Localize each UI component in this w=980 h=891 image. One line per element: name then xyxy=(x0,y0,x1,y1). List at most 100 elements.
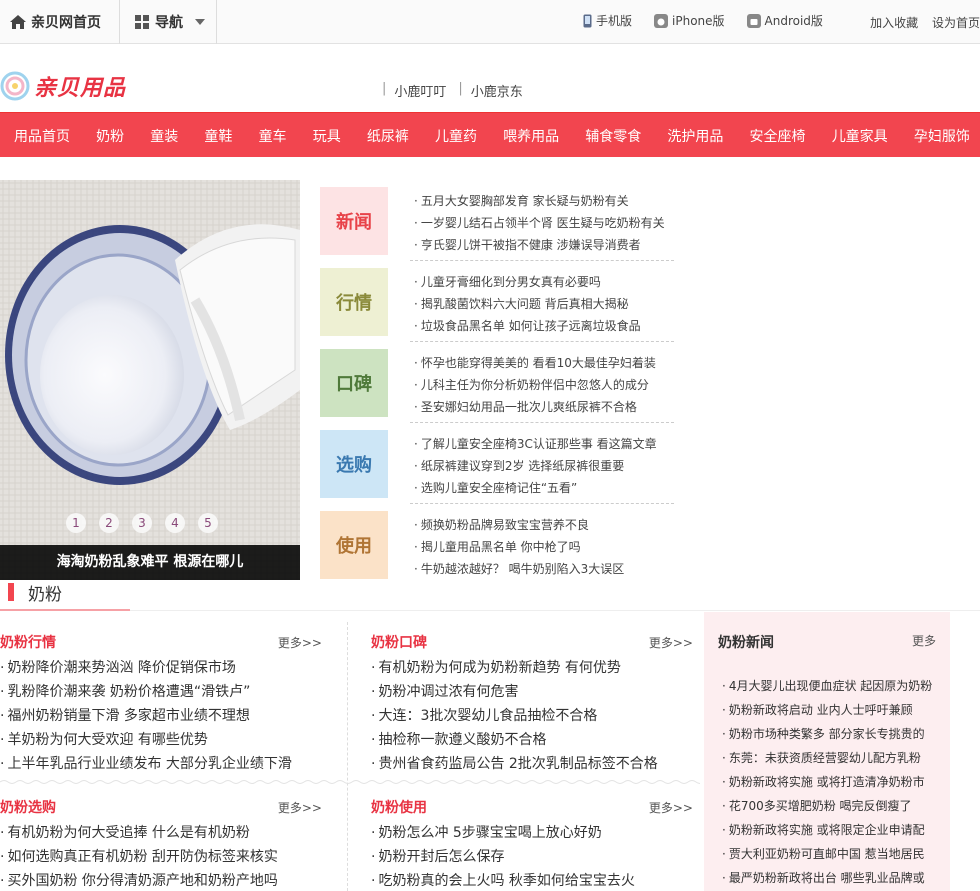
news-link[interactable]: 频换奶粉品牌易致宝宝营养不良 xyxy=(414,514,624,536)
more-link[interactable]: 更多>> xyxy=(649,799,693,816)
block-tag[interactable]: 新闻 xyxy=(320,187,388,255)
nav-dropdown[interactable]: 导航 xyxy=(121,0,217,44)
list-title[interactable]: 奶粉使用 xyxy=(371,797,427,817)
home-link[interactable]: 亲贝网首页 xyxy=(0,0,120,44)
news-item[interactable]: 花700多买增肥奶粉 喝完反倒瘦了 xyxy=(722,794,932,818)
section-marker xyxy=(8,583,14,601)
logo-icon xyxy=(0,71,30,101)
list-item[interactable]: 有机奶粉为何大受追捧 什么是有机奶粉 xyxy=(0,821,322,845)
news-item[interactable]: 东莞：未获资质经营婴幼儿配方乳粉 xyxy=(722,746,932,770)
more-link[interactable]: 更多>> xyxy=(649,634,693,651)
list-item[interactable]: 奶粉怎么冲 5步骤宝宝喝上放心好奶 xyxy=(371,821,693,845)
list-title[interactable]: 奶粉选购 xyxy=(0,797,56,817)
list-item[interactable]: 有机奶粉为何成为奶粉新趋势 有何优势 xyxy=(371,656,693,680)
android-version-link[interactable]: Android版 xyxy=(746,12,823,29)
block-tag[interactable]: 口碑 xyxy=(320,349,388,417)
nav-item[interactable]: 喂养用品 xyxy=(503,126,559,146)
nav-item[interactable]: 玩具 xyxy=(313,126,341,146)
set-homepage-link[interactable]: 设为首页 xyxy=(932,16,980,30)
news-link[interactable]: 圣安娜妇幼用品一批次儿爽纸尿裤不合格 xyxy=(414,396,656,418)
slide-dot[interactable]: 4 xyxy=(165,513,185,533)
news-link[interactable]: 儿科主任为你分析奶粉伴侣中忽悠人的成分 xyxy=(414,374,656,396)
nav-item[interactable]: 童鞋 xyxy=(204,126,232,146)
list-item[interactable]: 抽检称一款遵义酸奶不合格 xyxy=(371,728,693,752)
milk-news-box: 奶粉新闻 更多 4月大婴儿出现便血症状 起因原为奶粉奶粉新政将启动 业内人士呼吁… xyxy=(704,612,950,891)
newsbox-more-link[interactable]: 更多 xyxy=(912,632,936,652)
news-link[interactable]: 揭乳酸菌饮料六大问题 背后真相大揭秘 xyxy=(414,293,641,315)
list-item[interactable]: 奶粉冲调过浓有何危害 xyxy=(371,680,693,704)
list-title[interactable]: 奶粉行情 xyxy=(0,632,56,652)
list-item[interactable]: 乳粉降价潮来袭 奶粉价格遭遇“滑铁卢” xyxy=(0,680,322,704)
nav-item[interactable]: 童车 xyxy=(259,126,287,146)
news-link[interactable]: 了解儿童安全座椅3C认证那些事 看这篇文章 xyxy=(414,433,657,455)
news-item[interactable]: 最严奶粉新政将出台 哪些乳业品牌或 xyxy=(722,866,932,890)
home-label: 亲贝网首页 xyxy=(31,15,101,31)
slide-dot[interactable]: 3 xyxy=(132,513,152,533)
list-item[interactable]: 如何选购真正有机奶粉 刮开防伪标签来核实 xyxy=(0,845,322,869)
list-item[interactable]: 吃奶粉真的会上火吗 秋季如何给宝宝去火 xyxy=(371,869,693,891)
list-item[interactable]: 奶粉降价潮来势汹汹 降价促销保市场 xyxy=(0,656,322,680)
news-link[interactable]: 怀孕也能穿得美美的 看看10大最佳孕妇着装 xyxy=(414,352,656,374)
news-link[interactable]: 纸尿裤建议穿到2岁 选择纸尿裤很重要 xyxy=(414,455,657,477)
list-item[interactable]: 羊奶粉为何大受欢迎 有哪些优势 xyxy=(0,728,322,752)
list-milk-reputation: 奶粉口碑 更多>> 有机奶粉为何成为奶粉新趋势 有何优势奶粉冲调过浓有何危害大连：3… xyxy=(371,631,693,776)
list-item[interactable]: 福州奶粉销量下滑 多家超市业绩不理想 xyxy=(0,704,322,728)
phone-icon xyxy=(583,14,592,27)
mobile-version-link[interactable]: 手机版 xyxy=(583,12,632,29)
news-item[interactable]: 4月大婴儿出现便血症状 起因原为奶粉 xyxy=(722,674,932,698)
news-link[interactable]: 选购儿童安全座椅记住“五看” xyxy=(414,477,657,499)
list-title[interactable]: 奶粉口碑 xyxy=(371,632,427,652)
slide-dot[interactable]: 1 xyxy=(66,513,86,533)
more-link[interactable]: 更多>> xyxy=(278,634,322,651)
iphone-version-link[interactable]: iPhone版 xyxy=(654,12,725,29)
site-logo[interactable]: 亲贝用品 xyxy=(0,70,126,102)
slide-caption[interactable]: 海淘奶粉乱象难平 根源在哪儿 xyxy=(0,545,300,580)
block-tag[interactable]: 选购 xyxy=(320,430,388,498)
list-item[interactable]: 贵州省食药监局公告 2批次乳制品标签不合格 xyxy=(371,752,693,776)
sub-link[interactable]: 小鹿叮叮 xyxy=(394,81,446,100)
nav-item[interactable]: 孕妇服饰 xyxy=(914,126,970,146)
news-link[interactable]: 亨氏婴儿饼干被指不健康 涉嫌误导消费者 xyxy=(414,234,665,256)
slide-dot[interactable]: 5 xyxy=(198,513,218,533)
news-item[interactable]: 贾大利亚奶粉可直邮中国 惹当地居民 xyxy=(722,842,932,866)
top-links: 加入收藏 设为首页 xyxy=(860,14,980,31)
android-icon xyxy=(746,13,761,28)
news-item[interactable]: 奶粉市场种类繁多 部分家长专挑贵的 xyxy=(722,722,932,746)
list-item[interactable]: 买外国奶粉 你分得清奶源产地和奶粉产地吗 xyxy=(0,869,322,891)
news-link[interactable]: 垃圾食品黑名单 如何让孩子远离垃圾食品 xyxy=(414,315,641,337)
nav-item[interactable]: 用品首页 xyxy=(14,126,70,146)
nav-label: 导航 xyxy=(155,15,183,31)
list-item[interactable]: 奶粉开封后怎么保存 xyxy=(371,845,693,869)
sub-links: | 小鹿叮叮 | 小鹿京东 xyxy=(382,81,523,100)
slide-dot[interactable]: 2 xyxy=(99,513,119,533)
nav-item[interactable]: 纸尿裤 xyxy=(367,126,409,146)
more-link[interactable]: 更多>> xyxy=(278,799,322,816)
nav-item[interactable]: 童装 xyxy=(150,126,178,146)
nav-item[interactable]: 奶粉 xyxy=(96,126,124,146)
nav-item[interactable]: 儿童家具 xyxy=(832,126,888,146)
block-tag[interactable]: 使用 xyxy=(320,511,388,579)
list-item[interactable]: 大连：3批次婴幼儿食品抽检不合格 xyxy=(371,704,693,728)
block-tag[interactable]: 行情 xyxy=(320,268,388,336)
apple-icon xyxy=(654,13,669,28)
list-milk-usage: 奶粉使用 更多>> 奶粉怎么冲 5步骤宝宝喝上放心好奶奶粉开封后怎么保存吃奶粉真的会… xyxy=(371,796,693,891)
nav-item[interactable]: 洗护用品 xyxy=(667,126,723,146)
news-link[interactable]: 一岁婴儿结石占领半个肾 医生疑与吃奶粉有关 xyxy=(414,212,665,234)
logo-text: 亲贝用品 xyxy=(34,76,127,101)
nav-item[interactable]: 辅食零食 xyxy=(585,126,641,146)
news-link[interactable]: 儿童牙膏细化到分男女真有必要吗 xyxy=(414,271,641,293)
newsbox-title: 奶粉新闻 xyxy=(718,635,774,651)
news-link[interactable]: 牛奶越浓越好？ 喝牛奶别陷入3大误区 xyxy=(414,558,624,580)
news-link[interactable]: 揭儿童用品黑名单 你中枪了吗 xyxy=(414,536,624,558)
nav-item[interactable]: 儿童药 xyxy=(435,126,477,146)
list-item[interactable]: 上半年乳品行业业绩发布 大部分乳企业绩下滑 xyxy=(0,752,322,776)
sub-link[interactable]: 小鹿京东 xyxy=(471,81,523,100)
news-item[interactable]: 奶粉新政将实施 或将限定企业申请配 xyxy=(722,818,932,842)
nav-item[interactable]: 安全座椅 xyxy=(750,126,806,146)
wave-divider xyxy=(0,780,700,784)
news-item[interactable]: 奶粉新政将实施 或将打造清净奶粉市 xyxy=(722,770,932,794)
news-item[interactable]: 奶粉新政将启动 业内人士呼吁兼顾 xyxy=(722,698,932,722)
add-favorite-link[interactable]: 加入收藏 xyxy=(870,16,918,30)
news-link[interactable]: 五月大女婴胸部发育 家长疑与奶粉有关 xyxy=(414,190,665,212)
news-blocks: 新闻 五月大女婴胸部发育 家长疑与奶粉有关一岁婴儿结石占领半个肾 医生疑与吃奶粉有… xyxy=(320,187,674,592)
